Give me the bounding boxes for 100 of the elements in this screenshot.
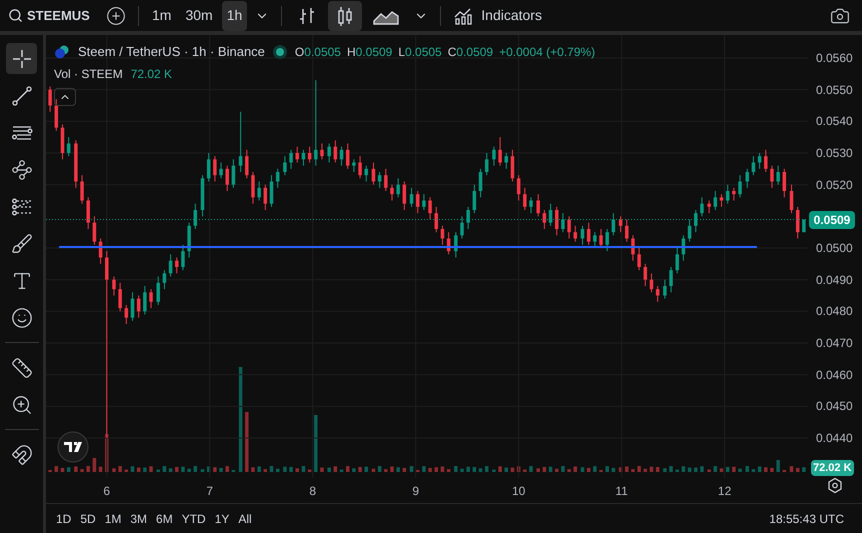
collapse-button[interactable] (54, 88, 76, 106)
candlestick (213, 156, 217, 182)
volume-bar (206, 466, 210, 472)
indicators-button[interactable]: Indicators (449, 5, 546, 26)
candlestick (663, 279, 667, 300)
volume-bar (605, 466, 609, 472)
candlestick (593, 232, 597, 248)
candlestick (510, 149, 514, 182)
candlestick (232, 158, 236, 188)
candlestick (688, 219, 692, 242)
volume-bar (675, 470, 679, 472)
candlestick (492, 146, 496, 166)
volume-bar (707, 470, 711, 472)
candlestick (605, 228, 609, 252)
volume-bar (358, 466, 362, 472)
candlestick (327, 143, 331, 163)
range-button[interactable]: 1M (104, 510, 122, 528)
volume-bar (782, 470, 786, 472)
volume-bar (162, 466, 166, 472)
volume-bar (644, 468, 648, 472)
interval-tab[interactable]: 30m (180, 0, 218, 30)
volume-bar (168, 468, 172, 472)
volume-bar (60, 468, 64, 472)
range-button[interactable]: 1Y (214, 510, 230, 528)
interval-tab[interactable]: 1m (147, 0, 176, 30)
drawing-tool-button[interactable] (6, 43, 37, 74)
price-tick: 0.0500 (816, 241, 853, 255)
volume-bar (66, 467, 70, 472)
range-button[interactable]: 1D (56, 510, 72, 528)
volume-bar (746, 466, 749, 472)
candlestick (112, 276, 116, 296)
range-button[interactable]: 3M (130, 510, 148, 528)
candlestick (346, 143, 350, 170)
volume-bar (98, 466, 102, 472)
plus-circle-icon (106, 6, 126, 26)
candlestick (175, 257, 179, 274)
volume-bar (574, 466, 578, 472)
candlestick (561, 212, 565, 233)
volume-bar (402, 468, 406, 472)
candlestick (302, 149, 306, 166)
candlestick (790, 184, 794, 214)
range-button[interactable]: 5D (80, 510, 96, 528)
candlestick (726, 184, 730, 204)
range-button[interactable]: 6M (156, 510, 173, 528)
candlestick (802, 219, 806, 233)
last-volume-label: 72.02 K (811, 460, 854, 476)
candlestick (296, 146, 299, 163)
range-button[interactable]: YTD (182, 510, 206, 528)
volume-bar (694, 468, 698, 472)
candlestick (86, 196, 90, 230)
candlestick (707, 200, 711, 214)
candlestick (320, 143, 324, 160)
volume-bar (637, 466, 641, 472)
volume-bar (384, 469, 388, 472)
volume-bar (213, 467, 217, 472)
candlestick (384, 168, 388, 192)
candlestick (440, 225, 444, 246)
candlestick (48, 86, 52, 112)
candlestick (580, 225, 584, 246)
volume-bar (656, 466, 660, 472)
volume-bar (245, 412, 249, 472)
candlestick (66, 136, 70, 157)
volume-bar (529, 466, 533, 472)
volume-bar (536, 468, 540, 472)
price-tick: 0.0540 (816, 114, 853, 128)
price-tick: 0.0480 (816, 304, 853, 318)
candlestick (796, 206, 800, 239)
interval-tab[interactable]: 1h (222, 0, 248, 30)
volume-bar (802, 467, 806, 472)
volume-bar (542, 466, 546, 472)
candlestick (746, 168, 749, 188)
volume-bar (396, 467, 400, 472)
volume-value: 72.02 K (130, 66, 172, 82)
range-button[interactable]: All (238, 510, 252, 528)
chart-style-button[interactable] (328, 0, 362, 30)
candlestick (245, 149, 249, 179)
candlestick (776, 165, 780, 186)
volume-bar (484, 466, 488, 472)
candlestick (516, 174, 520, 201)
volume-bar (124, 470, 128, 472)
candlestick (410, 187, 414, 208)
settings-icon[interactable] (828, 478, 842, 494)
symbol-search-field[interactable]: STEEMUS (8, 6, 90, 26)
price-tick: 0.0520 (816, 178, 853, 192)
candlestick (225, 165, 229, 192)
volume-bar (650, 466, 654, 472)
volume-bar (586, 468, 590, 472)
volume-bar (308, 470, 312, 472)
candlestick (656, 286, 660, 302)
volume-bar (105, 434, 108, 472)
last-price-label: 0.0509 (809, 210, 855, 228)
candlestick (782, 168, 786, 198)
candlestick (314, 80, 318, 166)
volume-bar (74, 466, 78, 472)
candlestick (396, 178, 400, 198)
price-tick: 0.0470 (816, 336, 853, 350)
candlestick (358, 156, 362, 179)
ohlc-value: O0.0505 (294, 44, 341, 61)
volume-bar (276, 468, 280, 472)
volume-bar (80, 469, 84, 472)
